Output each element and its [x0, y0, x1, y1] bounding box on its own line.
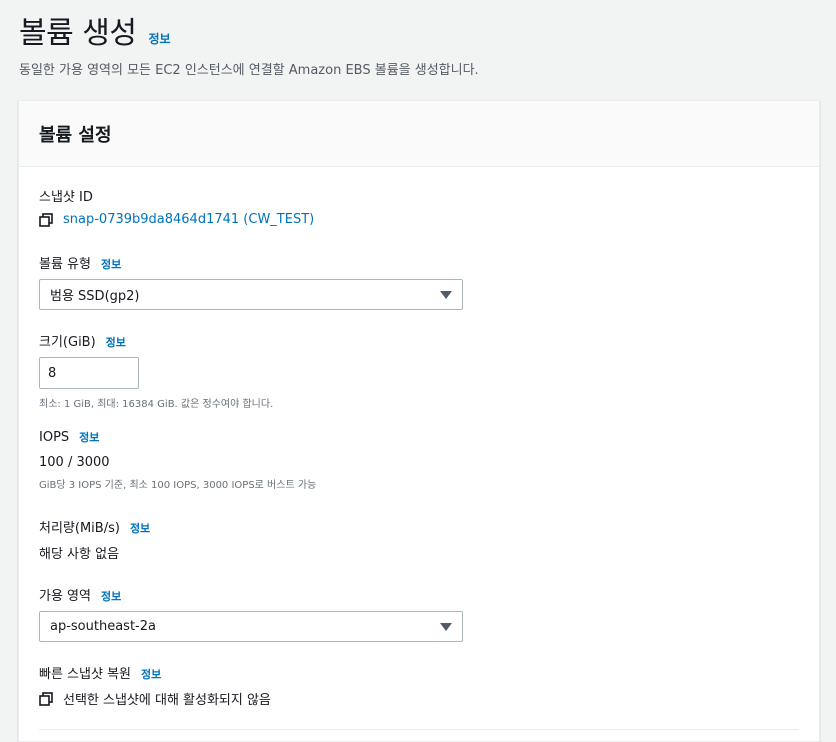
volume-type-selected: 범용 SSD(gp2) — [50, 289, 140, 304]
iops-field: IOPS 정보 100 / 3000 GiB당 3 IOPS 기준, 최소 10… — [39, 429, 316, 491]
availability-zone-field: 가용 영역 정보 ap-southeast-2a — [39, 585, 463, 642]
panel-title: 볼륨 설정 — [39, 124, 112, 146]
fast-restore-value: 선택한 스냅샷에 대해 활성화되지 않음 — [63, 693, 271, 708]
snapshot-field: 스냅샷 ID snap-0739b9da8464d1741 (CW_TEST) — [39, 186, 314, 227]
iops-label: IOPS — [39, 430, 70, 445]
copy-icon — [39, 212, 53, 227]
volume-type-field: 볼륨 유형 정보 범용 SSD(gp2) — [39, 253, 463, 310]
iops-info-link[interactable]: 정보 — [79, 429, 99, 445]
page-header: 볼륨 생성 정보 동일한 가용 영역의 모든 EC2 인스턴스에 연결할 Ama… — [19, 14, 479, 78]
snapshot-label: 스냅샷 ID — [39, 190, 93, 205]
title-row: 볼륨 생성 정보 — [19, 14, 479, 54]
volume-type-select[interactable]: 범용 SSD(gp2) — [39, 279, 463, 310]
volume-type-info-link[interactable]: 정보 — [101, 256, 121, 272]
snapshot-link[interactable]: snap-0739b9da8464d1741 (CW_TEST) — [39, 212, 314, 227]
availability-zone-select[interactable]: ap-southeast-2a — [39, 611, 463, 642]
iops-value: 100 / 3000 — [39, 455, 110, 470]
page-info-link[interactable]: 정보 — [148, 30, 170, 47]
size-label: 크기(GiB) — [39, 335, 96, 350]
availability-zone-selected: ap-southeast-2a — [50, 619, 156, 634]
availability-zone-info-link[interactable]: 정보 — [101, 588, 121, 604]
caret-down-icon — [440, 622, 452, 631]
page-description: 동일한 가용 영역의 모든 EC2 인스턴스에 연결할 Amazon EBS 볼… — [19, 63, 479, 78]
fast-restore-label-row: 빠른 스냅샷 복원 정보 — [39, 663, 271, 682]
fast-restore-field: 빠른 스냅샷 복원 정보 선택한 스냅샷에 대해 활성화되지 않음 — [39, 663, 271, 708]
size-label-row: 크기(GiB) 정보 — [39, 331, 273, 350]
panel-header: 볼륨 설정 — [19, 101, 819, 167]
availability-zone-label: 가용 영역 — [39, 589, 91, 604]
throughput-label: 처리량(MiB/s) — [39, 521, 120, 536]
fast-restore-label: 빠른 스냅샷 복원 — [39, 667, 131, 682]
size-info-link[interactable]: 정보 — [106, 334, 126, 350]
copy-icon — [39, 691, 53, 706]
throughput-info-link[interactable]: 정보 — [130, 520, 150, 536]
size-input[interactable] — [39, 357, 139, 389]
snapshot-id-value: snap-0739b9da8464d1741 (CW_TEST) — [63, 212, 315, 227]
iops-hint: GiB당 3 IOPS 기준, 최소 100 IOPS, 3000 IOPS로 … — [39, 480, 317, 491]
volume-settings-panel: 볼륨 설정 스냅샷 ID snap-0739b9da8464d1741 (CW_… — [18, 100, 820, 742]
throughput-label-row: 처리량(MiB/s) 정보 — [39, 517, 150, 536]
fast-restore-value-row: 선택한 스냅샷에 대해 활성화되지 않음 — [39, 689, 271, 708]
page-title: 볼륨 생성 — [19, 16, 137, 51]
iops-label-row: IOPS 정보 — [39, 429, 316, 447]
caret-down-icon — [440, 290, 452, 299]
size-field: 크기(GiB) 정보 최소: 1 GiB, 최대: 16384 GiB. 값은 … — [39, 331, 273, 410]
volume-type-label: 볼륨 유형 — [39, 257, 91, 272]
throughput-value: 해당 사항 없음 — [39, 547, 120, 562]
fast-restore-info-link[interactable]: 정보 — [141, 666, 161, 682]
throughput-field: 처리량(MiB/s) 정보 해당 사항 없음 — [39, 517, 150, 562]
size-hint: 최소: 1 GiB, 최대: 16384 GiB. 값은 정수여야 합니다. — [39, 399, 274, 410]
volume-type-label-row: 볼륨 유형 정보 — [39, 253, 463, 272]
availability-zone-label-row: 가용 영역 정보 — [39, 585, 463, 604]
